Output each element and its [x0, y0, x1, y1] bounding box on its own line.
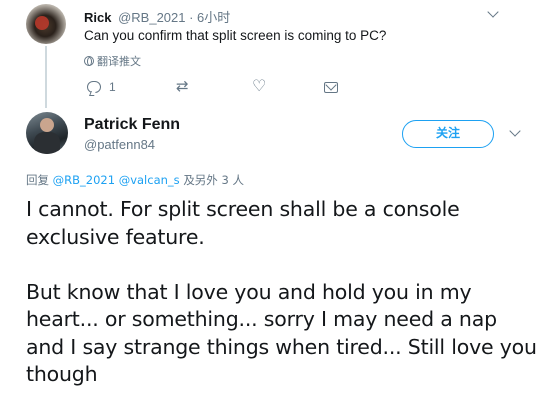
- replying-to: 回复 @RB_2021 @valcan_s 及另外 3 人: [26, 172, 244, 188]
- retweet-button[interactable]: ⇄: [176, 78, 189, 96]
- reply-bubble-icon: [87, 81, 101, 93]
- author-name[interactable]: Rick: [84, 10, 111, 25]
- author-name[interactable]: Patrick Fenn: [84, 116, 180, 134]
- avatar[interactable]: [26, 4, 66, 44]
- replying-suffix[interactable]: 及另外 3 人: [183, 173, 244, 187]
- author-handle[interactable]: @patfenn84: [84, 137, 155, 152]
- reply-button[interactable]: 1: [87, 78, 116, 96]
- translate-label: 翻译推文: [97, 56, 141, 68]
- replying-prefix: 回复: [26, 173, 49, 187]
- retweet-icon: ⇄: [176, 78, 189, 95]
- chevron-down-icon[interactable]: [509, 125, 521, 137]
- heart-icon: ♡: [252, 78, 267, 95]
- avatar[interactable]: [26, 112, 68, 154]
- reply-tweet-actions: 1 ⇄ ♡: [84, 78, 344, 96]
- reply-count: 1: [109, 80, 116, 94]
- translate-tweet-link[interactable]: 翻译推文: [84, 53, 141, 69]
- like-button[interactable]: ♡: [252, 78, 266, 96]
- author-handle-time[interactable]: @RB_2021 · 6小时: [118, 10, 230, 25]
- replying-mentions[interactable]: @RB_2021 @valcan_s: [53, 173, 180, 187]
- tweet-text: I cannot. For split screen shall be a co…: [26, 197, 537, 386]
- mail-icon: [324, 81, 338, 93]
- globe-icon: [84, 56, 94, 66]
- thread-line: [45, 46, 47, 108]
- reply-tweet-header: Rick @RB_2021 · 6小时: [84, 7, 230, 26]
- reply-tweet-text: Can you confirm that split screen is com…: [84, 28, 387, 43]
- direct-message-button[interactable]: [324, 78, 338, 96]
- follow-button[interactable]: 关注: [402, 120, 494, 148]
